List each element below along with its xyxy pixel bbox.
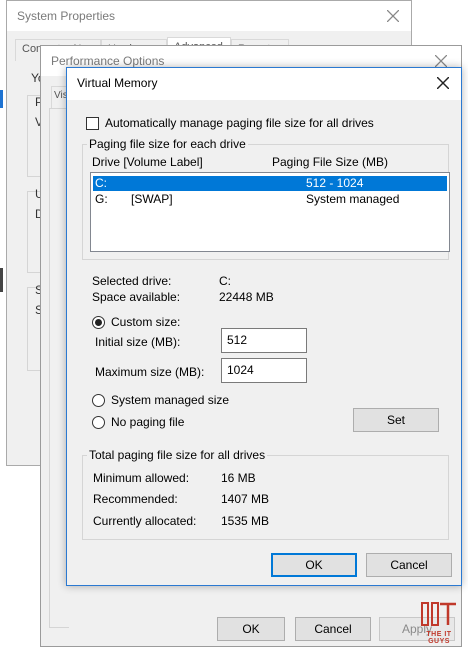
virtual-memory-close-button[interactable]: [427, 68, 459, 98]
radio-button[interactable]: [92, 315, 105, 329]
maximum-size-label: Maximum size (MB):: [95, 365, 205, 379]
list-item[interactable]: G: [SWAP] System managed: [93, 192, 447, 207]
currently-allocated-value: 1535 MB: [221, 514, 270, 528]
close-icon: [435, 55, 447, 67]
custom-size-radio[interactable]: Custom size:: [92, 315, 180, 329]
drive-letter: C:: [95, 176, 107, 190]
virtual-memory-dialog: Virtual Memory Automatically manage pagi…: [66, 67, 462, 586]
radio-button[interactable]: [92, 393, 105, 407]
custom-size-label: Custom size:: [111, 315, 181, 329]
minimum-allowed-label: Minimum allowed:: [93, 471, 190, 485]
recommended-label: Recommended:: [93, 492, 178, 506]
size-column-header: Paging File Size (MB): [272, 155, 389, 169]
no-paging-file-radio[interactable]: No paging file: [92, 415, 184, 429]
performance-options-title: Performance Options: [51, 54, 165, 68]
selected-drive-value: C:: [219, 274, 231, 288]
list-item[interactable]: C: 512 - 1024: [93, 176, 447, 191]
auto-manage-label: Automatically manage paging file size fo…: [105, 116, 374, 130]
system-managed-label: System managed size: [111, 393, 230, 407]
checkbox-box[interactable]: [86, 116, 99, 130]
no-paging-file-label: No paging file: [111, 415, 185, 429]
radio-button[interactable]: [92, 415, 105, 429]
maximum-size-input[interactable]: 1024: [221, 358, 307, 383]
drive-paging-size: System managed: [306, 192, 400, 206]
set-button[interactable]: Set: [353, 408, 439, 432]
space-available-value: 22448 MB: [219, 290, 274, 304]
recommended-value: 1407 MB: [221, 492, 270, 506]
close-icon: [437, 77, 449, 89]
close-icon: [387, 10, 399, 22]
virtual-memory-title: Virtual Memory: [77, 76, 158, 90]
initial-size-label: Initial size (MB):: [95, 335, 181, 349]
drive-volume-label: [SWAP]: [131, 192, 173, 206]
currently-allocated-label: Currently allocated:: [93, 514, 197, 528]
virtual-memory-titlebar[interactable]: Virtual Memory: [67, 68, 461, 100]
watermark-text: THE IT GUYS: [426, 631, 452, 645]
background-dark-mark: [0, 268, 3, 292]
paging-file-group-title: Paging file size for each drive: [87, 137, 248, 151]
the-it-guys-logo: THE IT GUYS: [416, 601, 462, 645]
total-paging-group-title: Total paging file size for all drives: [87, 448, 268, 462]
drive-listbox[interactable]: C: 512 - 1024 G: [SWAP] System managed: [90, 172, 450, 252]
drive-column-header: Drive [Volume Label]: [92, 155, 203, 169]
logo-icon: [421, 602, 456, 626]
selected-drive-label: Selected drive:: [92, 274, 172, 288]
cancel-button[interactable]: Cancel: [366, 553, 452, 577]
drive-paging-size: 512 - 1024: [306, 176, 364, 190]
system-managed-radio[interactable]: System managed size: [92, 393, 229, 407]
minimum-allowed-value: 16 MB: [221, 471, 256, 485]
drive-letter: G:: [95, 192, 108, 206]
background-accent-mark: [0, 90, 3, 108]
performance-cancel-button[interactable]: Cancel: [295, 617, 371, 641]
auto-manage-checkbox[interactable]: Automatically manage paging file size fo…: [86, 116, 374, 130]
system-properties-close-button[interactable]: [377, 1, 409, 31]
performance-ok-button[interactable]: OK: [217, 617, 285, 641]
ok-button[interactable]: OK: [271, 553, 357, 577]
space-available-label: Space available:: [92, 290, 181, 304]
system-properties-titlebar[interactable]: System Properties: [7, 1, 411, 31]
initial-size-input[interactable]: 512: [221, 328, 307, 353]
system-properties-title: System Properties: [17, 9, 116, 23]
